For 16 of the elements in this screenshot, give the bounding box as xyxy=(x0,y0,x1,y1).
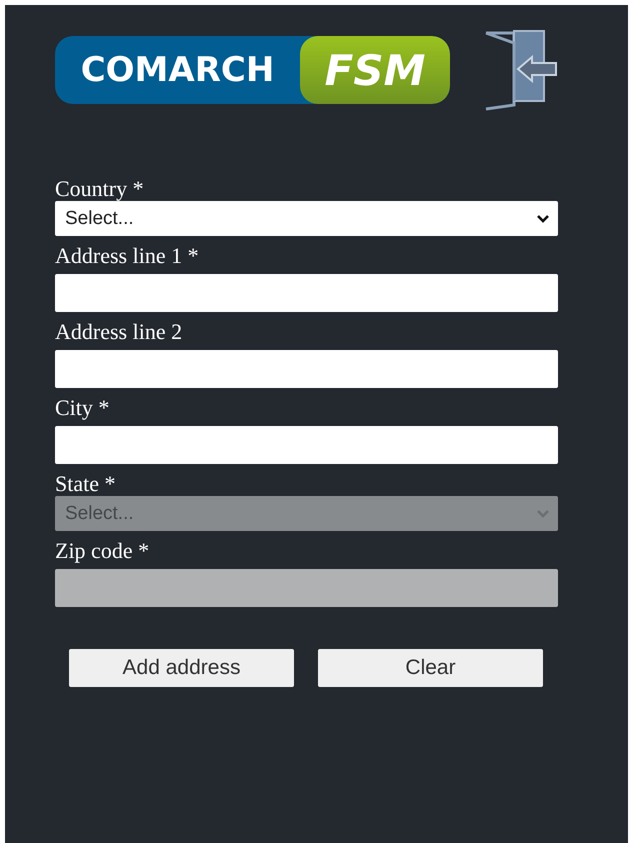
dropdown[interactable]: Select... xyxy=(55,201,558,236)
chevron-down-icon xyxy=(536,508,550,518)
clear-button[interactable]: Clear xyxy=(318,649,543,687)
field-label: Address line 2 xyxy=(55,320,182,344)
field-label: City * xyxy=(55,396,110,420)
field-label: Zip code * xyxy=(55,539,150,563)
input-field[interactable] xyxy=(55,274,558,312)
exit-door-icon[interactable] xyxy=(484,29,560,111)
field-label: Country * xyxy=(55,177,144,201)
field-label: State * xyxy=(55,472,116,496)
field-label: Address line 1 * xyxy=(55,244,199,268)
logo: COMARCH FSM xyxy=(55,36,450,104)
input-field[interactable] xyxy=(55,426,558,464)
chevron-down-icon xyxy=(536,214,550,224)
add-address-button[interactable]: Add address xyxy=(69,649,294,687)
input-field[interactable] xyxy=(55,350,558,388)
